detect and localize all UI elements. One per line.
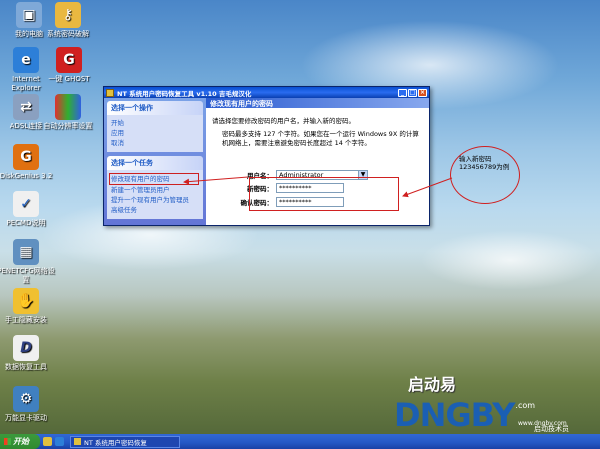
start-label: 开始 bbox=[13, 437, 29, 446]
desktop-icon-recover[interactable]: D 数据恢复工具 bbox=[0, 335, 55, 372]
close-button[interactable]: × bbox=[418, 88, 427, 97]
panel-intro: 请选择您要修改密码的用户名，并输入新的密码。 bbox=[212, 117, 355, 125]
desktop-icon-password-crack[interactable]: ⚷ 系统密码破解 bbox=[39, 2, 97, 39]
network-icon: ⇄ bbox=[13, 94, 39, 120]
icon-label: 自动分辨率设置 bbox=[43, 122, 93, 130]
icon-label: 数据恢复工具 bbox=[5, 363, 47, 371]
group-header-task: 选择一个任务 bbox=[107, 156, 203, 170]
annotation-callout: 输入新密码 123456789为例 bbox=[450, 146, 520, 204]
window-title: NT 系统用户密码恢复工具 v1.10 吉毛规汉化 bbox=[117, 89, 252, 98]
panel-note: 密码最多支持 127 个字符。如果您在一个运行 Windows 9X 的计算机网… bbox=[222, 130, 419, 147]
app-icon bbox=[74, 438, 81, 445]
desktop-icon-pecmd[interactable]: ✓ PECMD说明 bbox=[0, 191, 55, 228]
netcfg-icon: ▦ bbox=[13, 239, 39, 265]
task-advanced[interactable]: 高级任务 bbox=[111, 205, 199, 215]
windows-flag-icon bbox=[4, 438, 11, 445]
window-titlebar[interactable]: NT 系统用户密码恢复工具 v1.10 吉毛规汉化 _ □ × bbox=[104, 87, 429, 98]
brand-chinese: 启动易 bbox=[408, 375, 457, 394]
desktop-icon-diskgenius[interactable]: G DiskGenius 3.2 bbox=[0, 144, 55, 181]
callout-line-1: 输入新密码 bbox=[459, 155, 492, 163]
recover-icon: D bbox=[13, 335, 39, 361]
quicklaunch-ie-icon[interactable] bbox=[55, 437, 64, 446]
panel-header: 修改现有用户的密码 bbox=[206, 98, 429, 108]
icon-label: PENETCFG网络设置 bbox=[0, 267, 55, 284]
icon-label: 手工隐藏安装 bbox=[5, 316, 47, 324]
password-highlight-box bbox=[249, 177, 399, 211]
icon-label: 系统密码破解 bbox=[47, 30, 89, 38]
desktop: ▣ 我的电脑 ⚷ 系统密码破解 e Internet Explorer G 一键… bbox=[0, 0, 600, 434]
app-icon bbox=[106, 88, 114, 97]
doc-icon: ✓ bbox=[13, 191, 39, 217]
taskbar-item-label: NT 系统用户密码恢复 bbox=[84, 438, 147, 447]
start-link[interactable]: 开始 bbox=[111, 118, 199, 128]
task-new-admin[interactable]: 新建一个管理员用户 bbox=[111, 185, 199, 195]
icon-label: 万能显卡驱动 bbox=[5, 414, 47, 422]
apply-link[interactable]: 应用 bbox=[111, 128, 199, 138]
desktop-icon-resolution[interactable]: 自动分辨率设置 bbox=[39, 94, 97, 131]
install-icon: ✋ bbox=[13, 288, 39, 314]
task-change-password[interactable]: 修改现有用户的密码 bbox=[109, 173, 199, 185]
desktop-icon-driver[interactable]: ⚙ 万能显卡驱动 bbox=[0, 386, 55, 423]
desktop-icon-ghost[interactable]: G 一键 GHOST bbox=[40, 47, 98, 84]
driver-icon: ⚙ bbox=[13, 386, 39, 412]
desktop-icon-netcfg[interactable]: ▦ PENETCFG网络设置 bbox=[0, 239, 55, 285]
cloud bbox=[420, 230, 600, 290]
quicklaunch-folder-icon[interactable] bbox=[43, 437, 52, 446]
start-button[interactable]: 开始 bbox=[0, 434, 40, 449]
group-header-operation: 选择一个操作 bbox=[107, 101, 203, 115]
icon-label: 一键 GHOST bbox=[48, 75, 90, 83]
brand-tagline: 启动技术员 bbox=[534, 425, 569, 433]
taskbar: 开始 NT 系统用户密码恢复 bbox=[0, 434, 600, 449]
task-sidebar: 选择一个操作 开始 应用 取消 选择一个任务 修改现有用户的密码 新建一个管理员… bbox=[104, 98, 206, 225]
disk-icon: G bbox=[13, 144, 39, 170]
icon-label: DiskGenius 3.2 bbox=[0, 172, 53, 180]
icon-label: PECMD说明 bbox=[6, 219, 46, 227]
brand-logo-text: DNGBY bbox=[394, 396, 515, 434]
brand-com: .com bbox=[515, 401, 536, 410]
display-icon bbox=[55, 94, 81, 120]
minimize-button[interactable]: _ bbox=[398, 88, 407, 97]
task-promote-admin[interactable]: 提升一个现有用户为管理员 bbox=[111, 195, 199, 205]
cancel-link[interactable]: 取消 bbox=[111, 138, 199, 148]
maximize-button[interactable]: □ bbox=[408, 88, 417, 97]
key-icon: ⚷ bbox=[55, 2, 81, 28]
taskbar-item-recovery[interactable]: NT 系统用户密码恢复 bbox=[70, 435, 180, 448]
ie-icon: e bbox=[13, 47, 39, 73]
desktop-icon-install[interactable]: ✋ 手工隐藏安装 bbox=[0, 288, 55, 325]
ghost-icon: G bbox=[56, 47, 82, 73]
callout-line-2: 123456789为例 bbox=[459, 163, 510, 171]
